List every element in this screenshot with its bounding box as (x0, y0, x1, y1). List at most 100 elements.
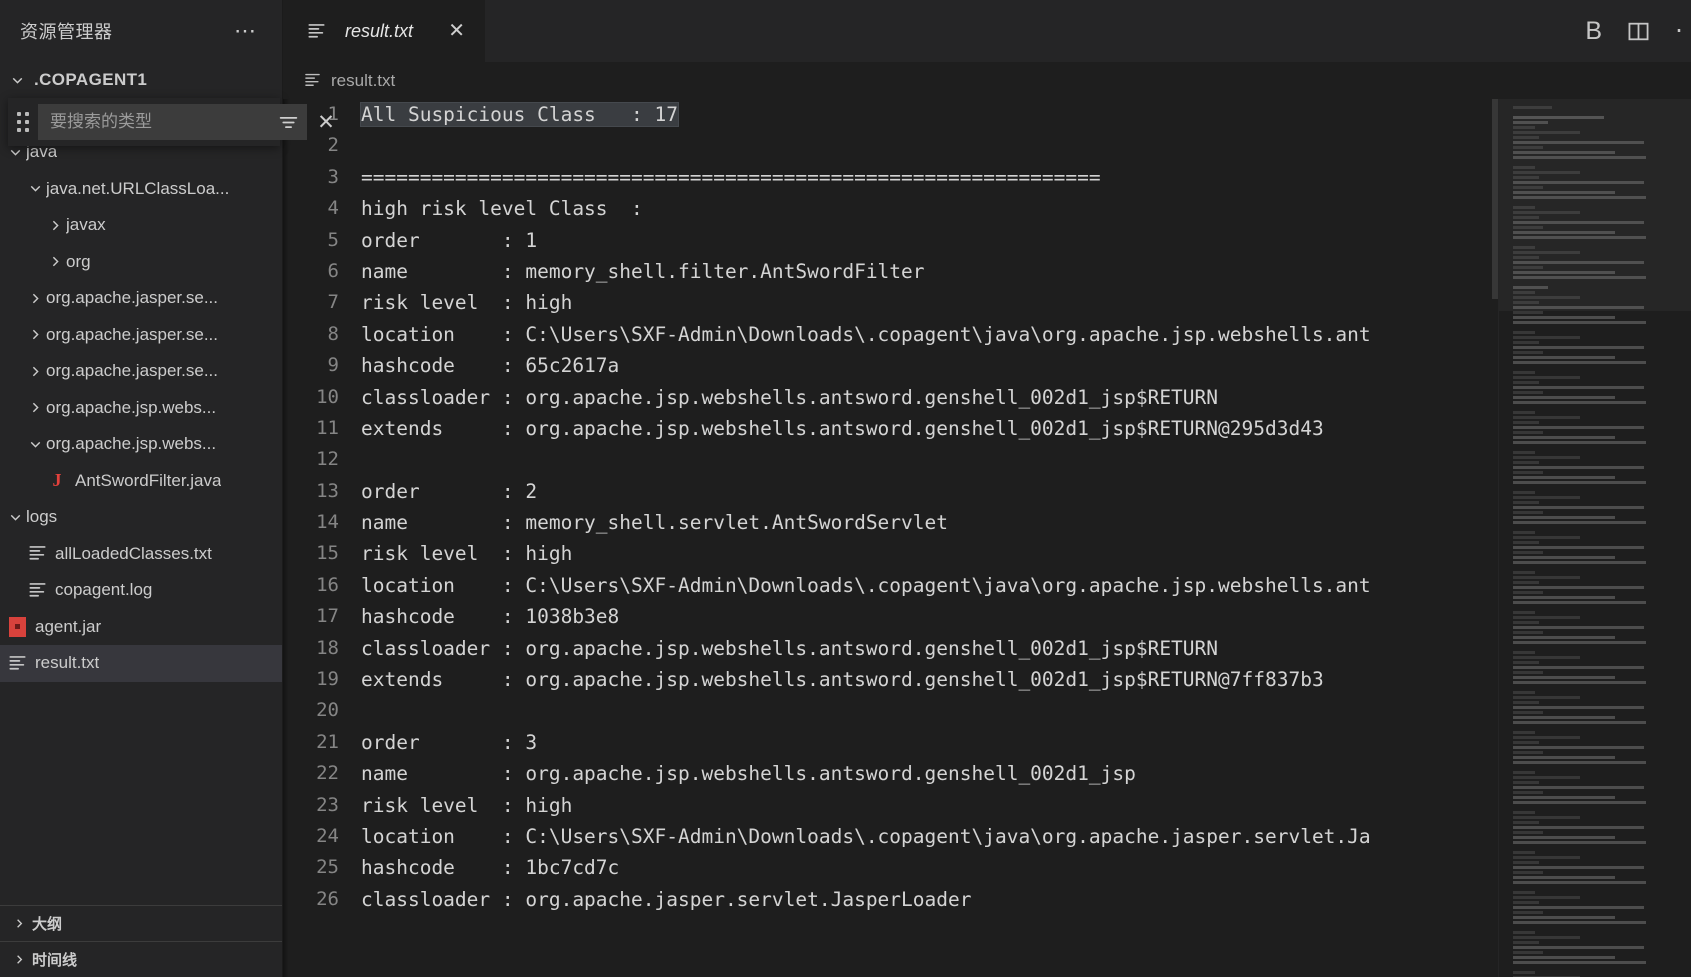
tree-item-org.apache.jasper.se...[interactable]: org.apache.jasper.se... (0, 317, 282, 354)
chevron-down-icon (24, 433, 46, 455)
line-text[interactable]: All Suspicious Class : 17 (360, 99, 1498, 130)
line-text[interactable]: order : 3 (361, 727, 1498, 758)
line-number: 20 (316, 699, 339, 722)
line-number: 24 (316, 824, 339, 847)
line-text[interactable]: ========================================… (361, 162, 1498, 193)
line-text[interactable]: location : C:\Users\SXF-Admin\Downloads\… (361, 319, 1498, 350)
editor-actions: B ⋯ (1585, 0, 1691, 62)
explorer-more-icon[interactable]: ⋯ (232, 20, 260, 42)
text-file-icon (24, 580, 50, 601)
code-line: 4 high risk level Class : (283, 193, 1498, 224)
code-line: 13 order : 2 (283, 476, 1498, 507)
search-field[interactable] (38, 104, 307, 140)
line-text[interactable]: classloader : org.apache.jasper.servlet.… (361, 884, 1498, 915)
vscode-window: 资源管理器 ⋯ .COPAGENT1 要搜索的类型 ✕ java java.ne… (0, 0, 1691, 977)
split-editor-icon[interactable] (1626, 19, 1651, 44)
code-line: 16 location : C:\Users\SXF-Admin\Download… (283, 570, 1498, 601)
tree-item-label: logs (26, 507, 58, 527)
line-text[interactable]: classloader : org.apache.jsp.webshells.a… (361, 382, 1498, 413)
line-text[interactable]: location : C:\Users\SXF-Admin\Downloads\… (361, 570, 1498, 601)
tree-item-label: java.net.URLClassLoa... (46, 178, 230, 198)
tree-item-label: AntSwordFilter.java (75, 470, 222, 490)
tree-item-label: javax (66, 215, 106, 235)
editor-group: result.txt ✕ B ⋯ (283, 0, 1691, 977)
line-text[interactable]: name : org.apache.jsp.webshells.antsword… (361, 758, 1498, 789)
code-area: 1 All Suspicious Class : 17 2 3 ============… (283, 99, 1691, 977)
chevron-right-icon (8, 949, 30, 971)
line-text[interactable]: order : 1 (361, 225, 1498, 256)
sidebar-bottom-panels: 大纲 时间线 (0, 905, 282, 977)
code-scroll-region[interactable]: 1 All Suspicious Class : 17 2 3 ============… (283, 99, 1498, 977)
tab-close-icon[interactable]: ✕ (444, 19, 469, 43)
line-text[interactable]: name : memory_shell.servlet.AntSwordServ… (361, 507, 1498, 538)
chevron-right-icon (44, 251, 66, 273)
tree-item-org[interactable]: org (0, 244, 282, 281)
explorer-header: 资源管理器 ⋯ (0, 0, 282, 62)
close-search-icon[interactable]: ✕ (313, 109, 339, 135)
code-lines: 1 All Suspicious Class : 17 2 3 ============… (283, 99, 1498, 915)
tree-search-widget: ✕ (8, 98, 335, 146)
tab-result-txt[interactable]: result.txt ✕ (283, 0, 486, 62)
line-text[interactable]: extends : org.apache.jsp.webshells.antsw… (361, 664, 1498, 695)
tree-item-agent.jar[interactable]: agent.jar (0, 609, 282, 646)
line-number: 17 (316, 605, 339, 628)
line-text[interactable]: risk level : high (361, 790, 1498, 821)
search-input[interactable] (50, 112, 271, 132)
code-line: 25 hashcode : 1bc7cd7c (283, 852, 1498, 883)
line-text[interactable]: location : C:\Users\SXF-Admin\Downloads\… (361, 821, 1498, 852)
tree-item-allloadedclasses.txt[interactable]: allLoadedClasses.txt (0, 536, 282, 573)
line-number: 9 (327, 354, 339, 377)
drag-handle-icon[interactable] (14, 109, 32, 135)
tree-item-logs[interactable]: logs (0, 499, 282, 536)
tree-item-antswordfilter.java[interactable]: J AntSwordFilter.java (0, 463, 282, 500)
tree-item-copagent.log[interactable]: copagent.log (0, 572, 282, 609)
line-text[interactable]: hashcode : 65c2617a (361, 350, 1498, 381)
line-text[interactable]: name : memory_shell.filter.AntSwordFilte… (361, 256, 1498, 287)
outline-panel-header[interactable]: 大纲 (0, 905, 282, 941)
filter-icon[interactable] (277, 111, 299, 133)
timeline-panel-header[interactable]: 时间线 (0, 941, 282, 977)
line-text[interactable]: extends : org.apache.jsp.webshells.antsw… (361, 413, 1498, 444)
tree-item-label: org.apache.jsp.webs... (46, 434, 217, 454)
line-text[interactable]: risk level : high (361, 538, 1498, 569)
workspace-root-folder[interactable]: .COPAGENT1 (0, 62, 282, 98)
line-number: 3 (327, 165, 339, 188)
line-number: 16 (316, 573, 339, 596)
line-number: 25 (316, 856, 339, 879)
line-text[interactable]: hashcode : 1bc7cd7c (361, 852, 1498, 883)
line-text[interactable]: risk level : high (361, 287, 1498, 318)
tree-item-label: org.apache.jsp.webs... (46, 397, 217, 417)
code-line: 11 extends : org.apache.jsp.webshells.ant… (283, 413, 1498, 444)
more-actions-icon[interactable]: ⋯ (1675, 27, 1685, 35)
tree-item-org.apache.jsp.webs...[interactable]: org.apache.jsp.webs... (0, 426, 282, 463)
tree-item-label: org.apache.jasper.se... (46, 288, 219, 308)
line-text[interactable]: hashcode : 1038b3e8 (361, 601, 1498, 632)
tree-item-java.net.urlclassloa...[interactable]: java.net.URLClassLoa... (0, 171, 282, 208)
line-text[interactable]: high risk level Class : (361, 193, 1498, 224)
text-file-icon (303, 71, 322, 90)
code-line: 10 classloader : org.apache.jsp.webshells… (283, 382, 1498, 413)
line-number: 12 (316, 448, 339, 471)
java-file-icon: J (52, 470, 62, 491)
markdown-bold-icon[interactable]: B (1585, 17, 1602, 46)
line-text[interactable]: order : 2 (361, 476, 1498, 507)
code-line: 12 (283, 444, 1498, 475)
explorer-title: 资源管理器 (20, 22, 113, 42)
line-number: 22 (316, 762, 339, 785)
tree-item-javax[interactable]: javax (0, 207, 282, 244)
tree-item-org.apache.jsp.webs...[interactable]: org.apache.jsp.webs... (0, 390, 282, 427)
code-line: 14 name : memory_shell.servlet.AntSwordSe… (283, 507, 1498, 538)
text-file-icon (303, 21, 329, 42)
code-line: 26 classloader : org.apache.jasper.servle… (283, 884, 1498, 915)
tree-item-label: copagent.log (55, 580, 153, 600)
code-line: 1 All Suspicious Class : 17 (283, 99, 1498, 130)
tree-item-org.apache.jasper.se...[interactable]: org.apache.jasper.se... (0, 280, 282, 317)
tree-item-result.txt[interactable]: result.txt (0, 645, 282, 682)
minimap[interactable] (1498, 99, 1691, 977)
breadcrumb[interactable]: result.txt (283, 62, 1691, 99)
breadcrumb-label: result.txt (331, 70, 396, 90)
tree-item-org.apache.jasper.se...[interactable]: org.apache.jasper.se... (0, 353, 282, 390)
file-tree: java java.net.URLClassLoa... javax org org.a… (0, 98, 282, 905)
line-number: 18 (316, 636, 339, 659)
line-text[interactable]: classloader : org.apache.jsp.webshells.a… (361, 633, 1498, 664)
